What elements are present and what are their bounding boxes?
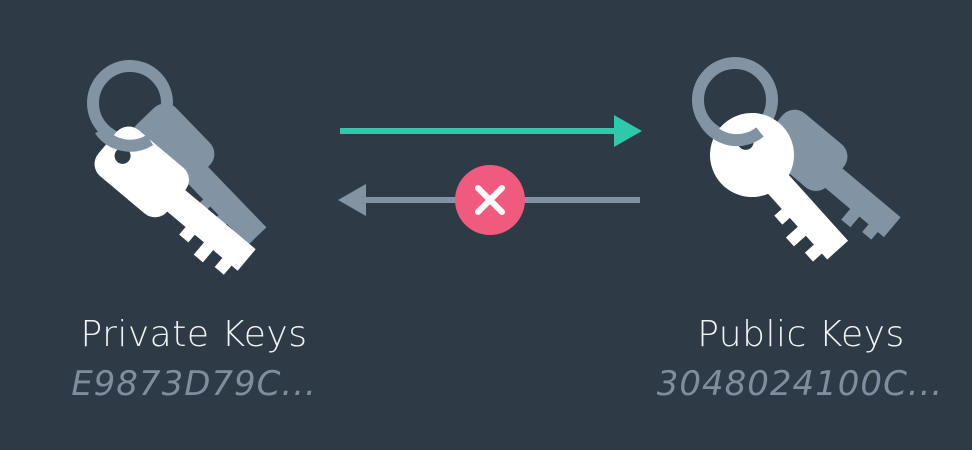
- private-key-hash: E9873D79C...: [71, 364, 317, 404]
- public-keys-icon: [692, 57, 901, 262]
- forward-arrow: [340, 115, 642, 147]
- private-keys-label: Private Keys: [80, 314, 308, 355]
- private-keys-icon: [87, 60, 267, 275]
- blocked-x-circle-icon: [455, 165, 525, 235]
- key-diagram: Private Keys E9873D79C... Public Keys 30…: [0, 0, 972, 450]
- public-key-hash: 3048024100C...: [656, 364, 944, 404]
- public-keys-label: Public Keys: [697, 314, 905, 355]
